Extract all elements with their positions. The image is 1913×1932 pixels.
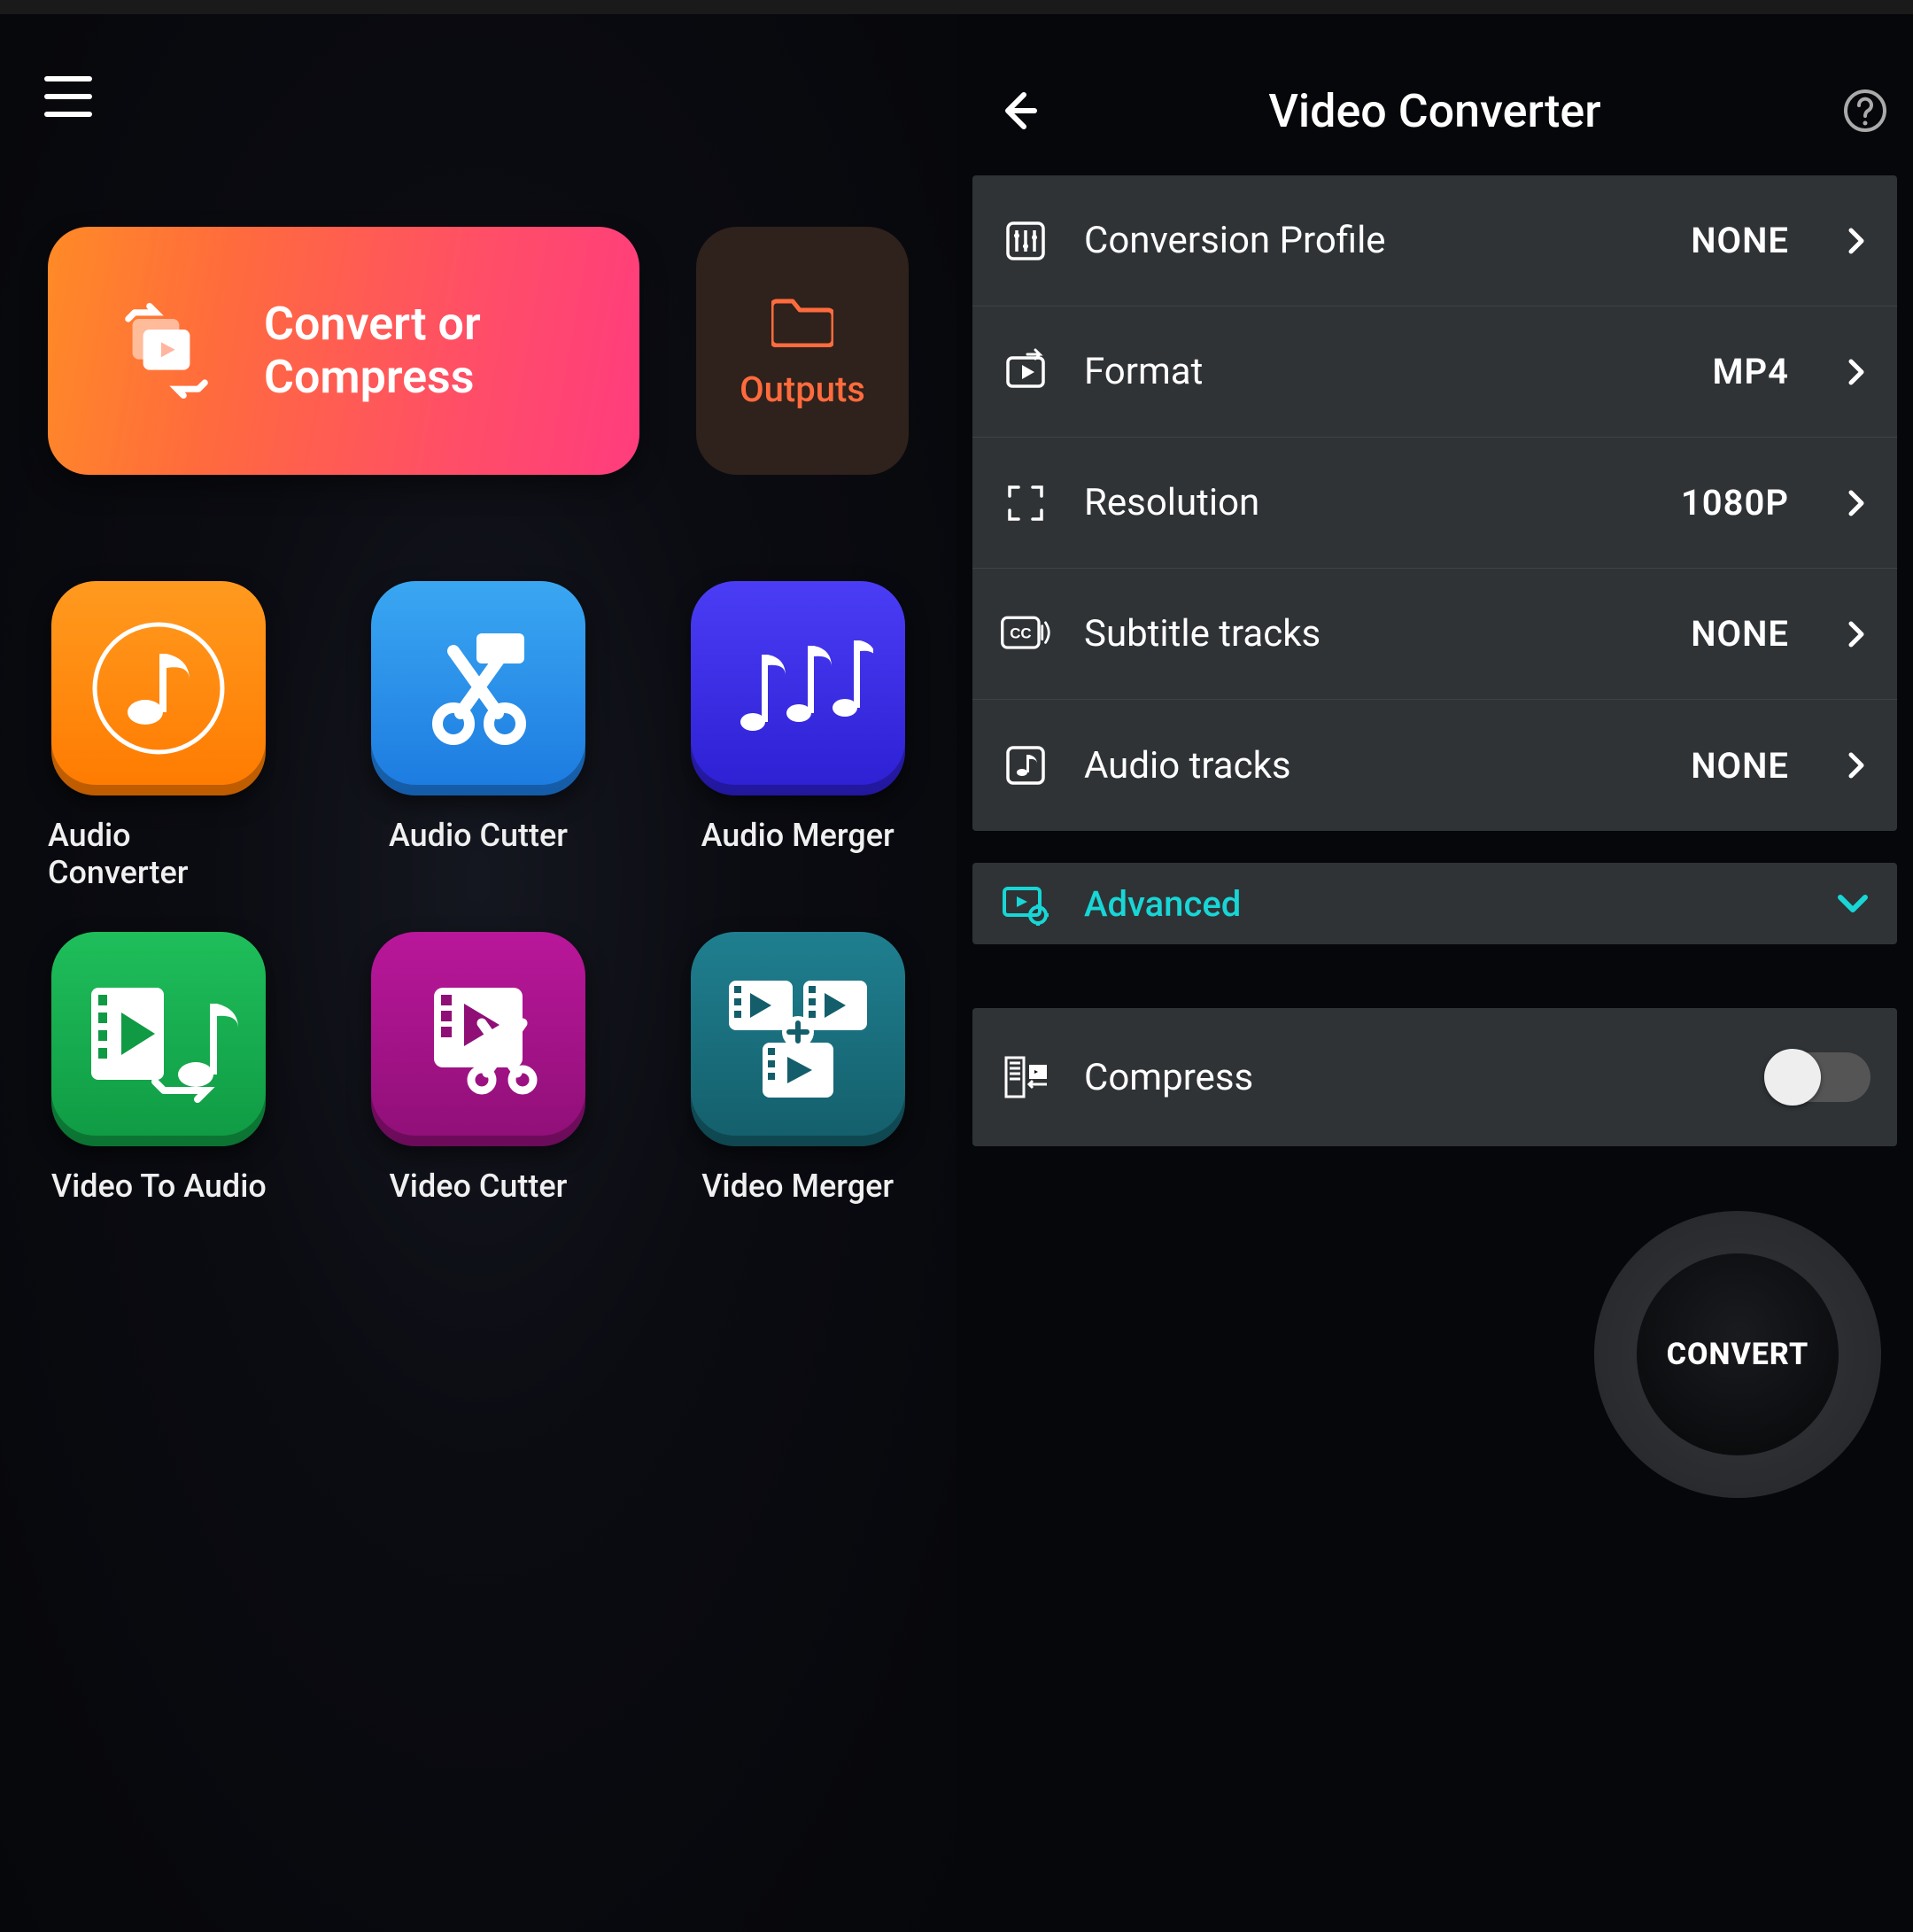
advanced-label: Advanced (1084, 883, 1803, 925)
tool-label: Video Cutter (390, 1168, 568, 1205)
play-arrow-icon (999, 345, 1052, 399)
tool-video-merger[interactable]: Video Merger (686, 932, 909, 1205)
compress-row: Compress (972, 1008, 1897, 1146)
sliders-icon (999, 214, 1052, 268)
tool-label: Audio Cutter (389, 817, 568, 854)
setting-row-format[interactable]: Format MP4 (972, 306, 1897, 438)
compress-toggle[interactable] (1764, 1052, 1870, 1102)
convert-button[interactable]: CONVERT (1594, 1211, 1881, 1498)
menu-button[interactable] (44, 76, 97, 117)
compress-label: Compress (1084, 1056, 1732, 1099)
hamburger-bar (44, 94, 92, 99)
setting-row-resolution[interactable]: Resolution 1080P (972, 438, 1897, 569)
video-to-audio-icon (51, 932, 266, 1146)
back-button[interactable] (994, 86, 1043, 136)
chevron-right-icon (1842, 751, 1870, 780)
chevron-right-icon (1842, 358, 1870, 386)
tool-label: Audio Merger (701, 817, 895, 854)
music-note-icon (51, 581, 266, 795)
svg-text:CC: CC (1010, 625, 1031, 641)
setting-value: NONE (1691, 613, 1789, 655)
chevron-down-icon (1835, 890, 1870, 917)
advanced-row[interactable]: Advanced (972, 863, 1897, 944)
advanced-icon (999, 877, 1052, 930)
tool-audio-converter[interactable]: Audio Converter (48, 581, 270, 891)
setting-label: Format (1084, 350, 1680, 393)
help-button[interactable] (1842, 88, 1888, 134)
multi-music-icon (691, 581, 905, 795)
chevron-right-icon (1842, 489, 1870, 517)
hamburger-bar (44, 112, 92, 117)
hamburger-bar (44, 76, 92, 81)
setting-row-subtitles[interactable]: CC Subtitle tracks NONE (972, 569, 1897, 700)
tool-audio-merger[interactable]: Audio Merger (686, 581, 909, 891)
page-title: Video Converter (956, 84, 1913, 138)
setting-label: Conversion Profile (1084, 219, 1659, 262)
compress-icon (999, 1051, 1052, 1104)
setting-row-audio[interactable]: Audio tracks NONE (972, 700, 1897, 831)
setting-value: NONE (1691, 220, 1789, 261)
tool-label: Audio Converter (48, 817, 270, 891)
tool-video-cutter[interactable]: Video Cutter (368, 932, 590, 1205)
scissors-icon (371, 581, 585, 795)
outputs-card[interactable]: Outputs (696, 227, 909, 475)
setting-value: NONE (1691, 745, 1789, 787)
music-mini-icon (999, 739, 1052, 792)
folder-icon (771, 292, 833, 347)
cc-icon: CC (999, 608, 1052, 661)
tool-audio-cutter[interactable]: Audio Cutter (368, 581, 590, 891)
video-merge-icon (691, 932, 905, 1146)
chevron-right-icon (1842, 620, 1870, 648)
toggle-knob (1764, 1049, 1821, 1106)
tool-label: Video To Audio (51, 1168, 267, 1205)
chevron-right-icon (1842, 227, 1870, 255)
tool-video-to-audio[interactable]: Video To Audio (48, 932, 270, 1205)
convert-compress-label: Convert or Compress (264, 298, 481, 404)
setting-label: Resolution (1084, 481, 1649, 524)
convert-icon (113, 298, 220, 404)
setting-row-profile[interactable]: Conversion Profile NONE (972, 175, 1897, 306)
setting-value: MP4 (1712, 351, 1789, 392)
convert-button-label: CONVERT (1637, 1253, 1839, 1455)
expand-icon (999, 477, 1052, 530)
outputs-label: Outputs (740, 369, 865, 410)
convert-compress-card[interactable]: Convert or Compress (48, 227, 639, 475)
setting-value: 1080P (1681, 482, 1789, 524)
setting-label: Subtitle tracks (1084, 612, 1659, 656)
tool-label: Video Merger (701, 1168, 894, 1205)
setting-label: Audio tracks (1084, 744, 1659, 788)
video-scissors-icon (371, 932, 585, 1146)
